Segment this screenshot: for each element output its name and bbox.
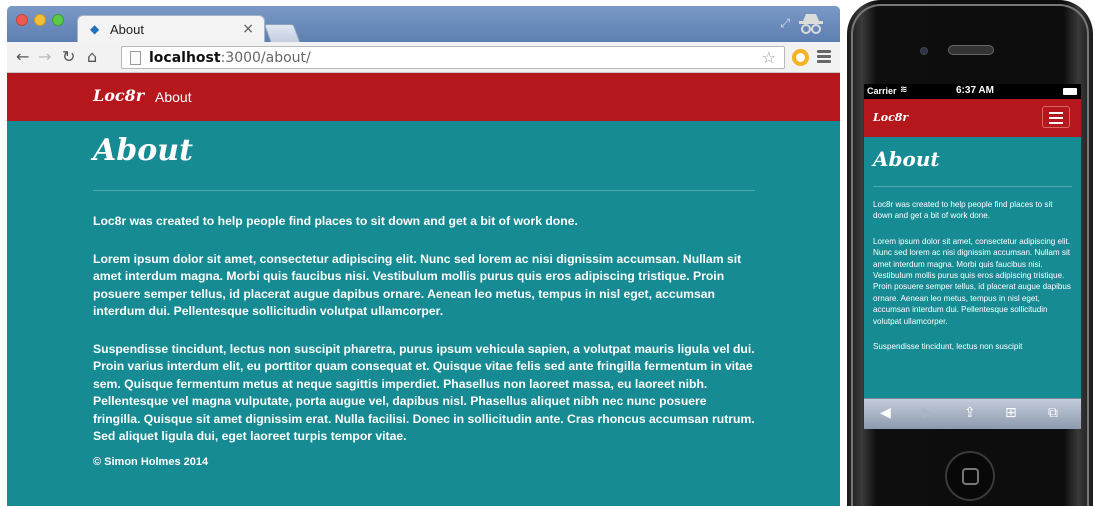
- home-icon[interactable]: ⌂: [87, 47, 97, 67]
- page-content: About Loc8r was created to help people f…: [93, 121, 755, 468]
- tabs-icon[interactable]: ⧉: [1048, 405, 1058, 421]
- phone-device: Carrier ≋ 6:37 AM Loc8r About Loc8r was …: [847, 0, 1093, 506]
- mobile-divider: [873, 186, 1072, 187]
- carrier-label: Carrier: [867, 86, 897, 96]
- browser-window: ◆ About × ⤢ ← → ↻ ⌂ localhost:3000/about…: [7, 6, 840, 506]
- mobile-paragraph: Lorem ipsum dolor sit amet, consectetur …: [873, 236, 1071, 326]
- star-icon[interactable]: ☆: [762, 48, 776, 67]
- favicon-icon: ◆: [90, 22, 100, 36]
- home-square-icon: [962, 468, 979, 485]
- page-title: About: [93, 133, 193, 168]
- menu-icon[interactable]: [817, 50, 831, 64]
- footer-copyright: © Simon Holmes 2014: [93, 455, 209, 468]
- tab-close-icon[interactable]: ×: [242, 21, 254, 37]
- paragraph: Loc8r was created to help people find pl…: [93, 214, 578, 228]
- mobile-paragraph: Suspendisse tincidunt, lectus non suscip…: [873, 342, 1023, 352]
- zoom-window-button[interactable]: [52, 14, 64, 26]
- brand-logo[interactable]: Loc8r: [93, 86, 144, 105]
- mobile-page-content: About Loc8r was created to help people f…: [873, 137, 1072, 352]
- fullscreen-icon[interactable]: ⤢: [780, 16, 790, 31]
- browser-toolbar: ← → ↻ ⌂ localhost:3000/about/ ☆: [7, 42, 840, 73]
- forward-icon[interactable]: →: [38, 47, 51, 67]
- bookmarks-icon[interactable]: ⊞: [1005, 405, 1017, 421]
- reload-icon[interactable]: ↻: [62, 47, 75, 67]
- mobile-paragraph: Loc8r was created to help people find pl…: [873, 200, 1053, 221]
- paragraph: Suspendisse tincidunt, lectus non suscip…: [93, 341, 755, 444]
- back-icon[interactable]: ◀: [880, 405, 891, 421]
- url-text: localhost:3000/about/: [149, 50, 311, 66]
- extension-icon[interactable]: [792, 49, 809, 66]
- speaker-grille: [948, 45, 994, 55]
- incognito-icon: [799, 14, 823, 34]
- forward-icon[interactable]: ▶: [922, 405, 933, 421]
- status-bar: Carrier ≋ 6:37 AM: [864, 84, 1081, 99]
- hamburger-icon[interactable]: [1042, 106, 1070, 128]
- wifi-icon: ≋: [900, 85, 908, 95]
- mobile-brand-logo[interactable]: Loc8r: [873, 111, 908, 124]
- tab-title: About: [110, 22, 144, 37]
- phone-screen: Carrier ≋ 6:37 AM Loc8r About Loc8r was …: [864, 84, 1081, 429]
- site-navbar: Loc8r About: [7, 73, 840, 121]
- new-tab-button[interactable]: [263, 24, 301, 42]
- close-window-button[interactable]: [16, 14, 28, 26]
- page-icon: [130, 51, 141, 65]
- paragraph: Lorem ipsum dolor sit amet, consectetur …: [93, 251, 742, 319]
- safari-toolbar: ◀ ▶ ⇪ ⊞ ⧉: [864, 398, 1081, 429]
- battery-icon: [1063, 88, 1077, 95]
- status-time: 6:37 AM: [956, 85, 994, 96]
- share-icon[interactable]: ⇪: [964, 405, 976, 421]
- browser-tabstrip: ◆ About × ⤢: [7, 6, 840, 43]
- camera-icon: [920, 47, 928, 55]
- browser-tab[interactable]: ◆ About ×: [77, 15, 265, 43]
- address-bar[interactable]: localhost:3000/about/ ☆: [121, 46, 785, 69]
- mobile-page-title: About: [873, 147, 940, 171]
- nav-link-about[interactable]: About: [155, 89, 192, 105]
- divider: [93, 190, 755, 191]
- minimize-window-button[interactable]: [34, 14, 46, 26]
- mobile-navbar: Loc8r: [864, 99, 1081, 137]
- home-button[interactable]: [945, 451, 995, 501]
- back-icon[interactable]: ←: [16, 47, 29, 67]
